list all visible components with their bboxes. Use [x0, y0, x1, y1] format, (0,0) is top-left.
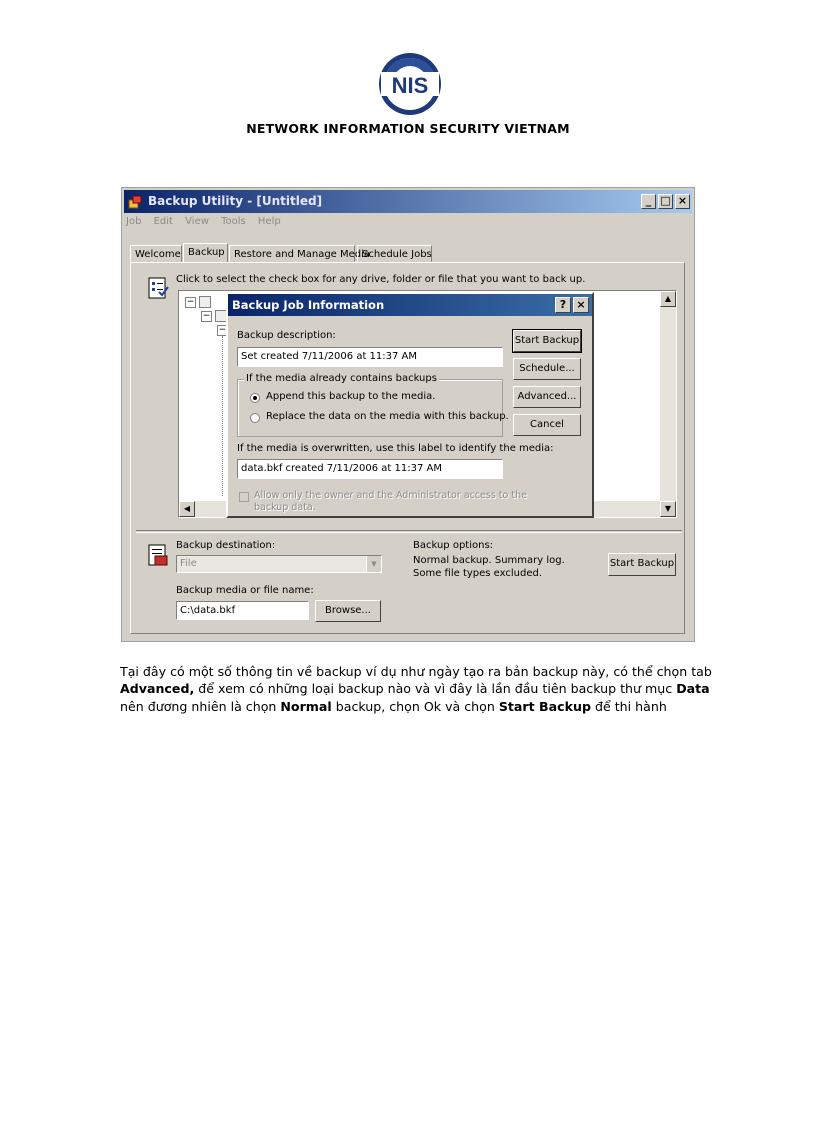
- body-text: Tại đây có một số thông tin về backup ví…: [120, 664, 712, 679]
- existing-media-group: If the media already contains backups Ap…: [237, 373, 509, 437]
- menu-job[interactable]: Job: [126, 216, 141, 227]
- organization-name: NETWORK INFORMATION SECURITY VIETNAM: [246, 121, 570, 136]
- description-input[interactable]: Set created 7/11/2006 at 11:37 AM: [237, 347, 503, 367]
- body-text: để thi hành: [590, 698, 667, 714]
- advanced-button[interactable]: Advanced...: [513, 386, 581, 408]
- start-backup-button[interactable]: Start Backup: [512, 329, 582, 353]
- cancel-button[interactable]: Cancel: [513, 414, 581, 436]
- overwrite-label: If the media is overwritten, use this la…: [237, 443, 554, 454]
- scroll-up-button[interactable]: ▲: [660, 291, 676, 307]
- tab-welcome[interactable]: Welcome: [130, 245, 182, 262]
- menu-bar: Job Edit View Tools Help: [126, 216, 290, 232]
- menu-tools[interactable]: Tools: [221, 216, 246, 227]
- backup-destination-icon: [148, 544, 168, 566]
- description-label: Backup description:: [237, 330, 336, 341]
- dialog-titlebar: Backup Job Information ? ×: [228, 294, 592, 316]
- tab-schedule-jobs[interactable]: Schedule Jobs: [357, 245, 432, 262]
- menu-edit[interactable]: Edit: [154, 216, 173, 227]
- start-backup-main-button[interactable]: Start Backup: [608, 553, 676, 576]
- allow-owner-checkbox[interactable]: [239, 492, 249, 502]
- tab-restore[interactable]: Restore and Manage Media: [229, 245, 370, 262]
- body-text: để xem có những loại backup nào và vì đâ…: [194, 681, 677, 697]
- scroll-left-button[interactable]: ◀: [179, 501, 195, 517]
- append-label: Append this backup to the media.: [266, 391, 436, 402]
- replace-radio[interactable]: [250, 413, 260, 423]
- selection-hint: Click to select the check box for any dr…: [176, 274, 586, 285]
- backup-destination-label: Backup destination:: [176, 540, 276, 551]
- media-label-input[interactable]: data.bkf created 7/11/2006 at 11:37 AM: [237, 459, 503, 479]
- browse-button[interactable]: Browse...: [315, 600, 381, 622]
- body-text: backup, chọn Ok và chọn: [331, 698, 499, 714]
- expand-toggle[interactable]: −: [185, 297, 196, 308]
- tab-backup[interactable]: Backup: [183, 243, 228, 263]
- maximize-button[interactable]: □: [658, 194, 673, 209]
- body-bold: Data: [676, 681, 710, 697]
- body-paragraph: Tại đây có một số thông tin về backup ví…: [120, 663, 720, 715]
- window-titlebar: Backup Utility - [Untitled] _ □ ×: [124, 190, 692, 213]
- scroll-down-button[interactable]: ▼: [660, 501, 676, 517]
- checklist-icon: [148, 277, 169, 299]
- minimize-button[interactable]: _: [641, 194, 656, 209]
- backup-destination-value: File: [180, 558, 197, 569]
- tree-checkbox[interactable]: [199, 296, 211, 308]
- backup-options-label: Backup options:: [413, 540, 494, 551]
- backup-media-label: Backup media or file name:: [176, 585, 314, 596]
- group-label: If the media already contains backups: [244, 373, 439, 384]
- backup-utility-window: Backup Utility - [Untitled] _ □ × Job Ed…: [121, 187, 695, 642]
- chevron-down-icon: ▼: [366, 556, 381, 572]
- body-bold: Advanced,: [120, 681, 195, 697]
- svg-text:NIS: NIS: [392, 73, 429, 98]
- allow-owner-label: Allow only the owner and the Administrat…: [254, 490, 527, 501]
- backup-destination-select[interactable]: File ▼: [176, 555, 382, 573]
- backup-options-line2: Some file types excluded.: [413, 568, 543, 579]
- schedule-button[interactable]: Schedule...: [513, 358, 581, 380]
- vertical-scrollbar[interactable]: ▲ ▼: [660, 291, 676, 517]
- backup-media-input[interactable]: C:\data.bkf: [176, 601, 309, 620]
- body-bold: Start Backup: [498, 698, 591, 714]
- window-title: Backup Utility - [Untitled]: [148, 194, 323, 208]
- backup-job-information-dialog: Backup Job Information ? × Backup descri…: [226, 292, 594, 518]
- replace-label: Replace the data on the media with this …: [266, 411, 509, 422]
- body-text: nên đương nhiên là chọn: [120, 698, 281, 714]
- help-button[interactable]: ?: [555, 297, 571, 313]
- backup-app-icon: [128, 195, 142, 209]
- backup-options-line1: Normal backup. Summary log.: [413, 555, 565, 566]
- dialog-close-button[interactable]: ×: [573, 297, 589, 313]
- nis-logo: NIS: [378, 52, 442, 116]
- dialog-title: Backup Job Information: [232, 298, 385, 312]
- tree-line: [222, 336, 224, 496]
- menu-help[interactable]: Help: [258, 216, 281, 227]
- menu-view[interactable]: View: [185, 216, 209, 227]
- body-bold: Normal: [280, 698, 332, 714]
- close-button[interactable]: ×: [675, 194, 690, 209]
- append-radio[interactable]: [250, 393, 260, 403]
- divider: [136, 530, 682, 533]
- expand-toggle[interactable]: −: [201, 311, 212, 322]
- allow-owner-label-cont: backup data.: [254, 502, 316, 513]
